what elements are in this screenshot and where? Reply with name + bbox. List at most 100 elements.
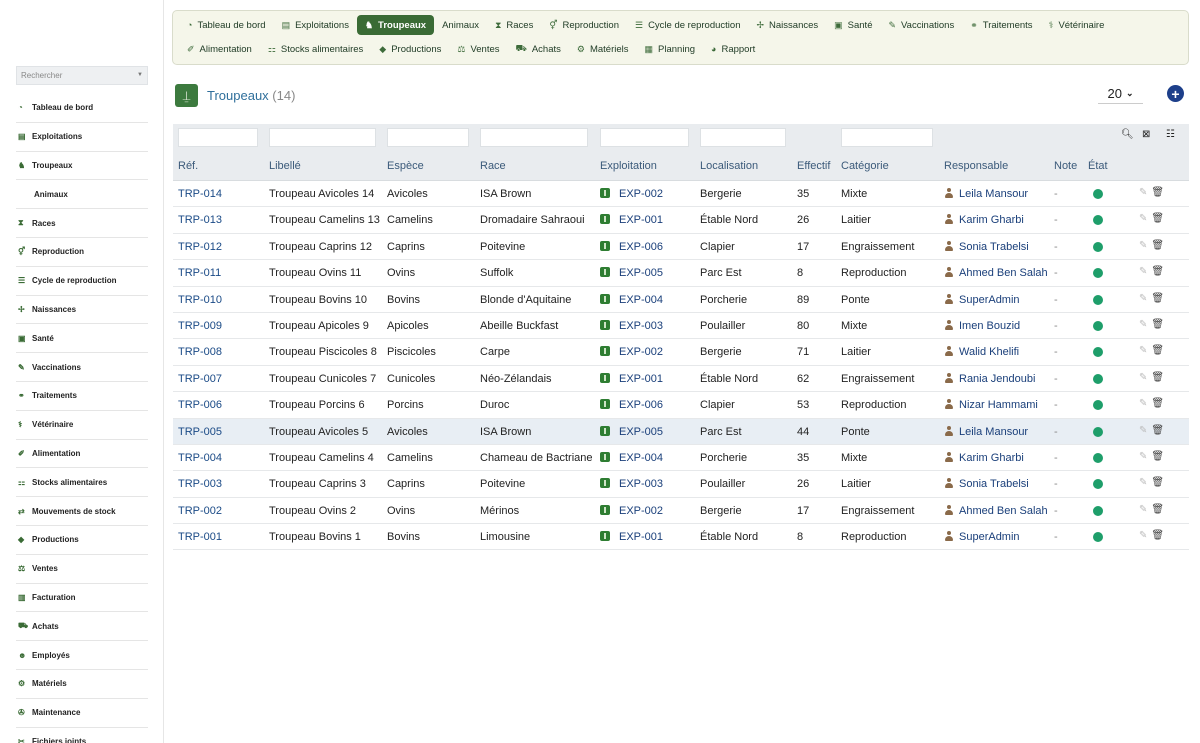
trash-icon[interactable]: 🗑︎ xyxy=(1151,372,1164,383)
filter-ref-input[interactable] xyxy=(178,128,258,147)
sidebar-item[interactable]: ⛟ Achats xyxy=(16,612,148,642)
top-nav-item[interactable]: ▤ Exploitations xyxy=(274,15,357,35)
table-row[interactable]: TRP-003 Troupeau Caprins 3 Caprins Poitevin… xyxy=(173,471,1189,498)
cell-responsable[interactable]: SuperAdmin xyxy=(944,531,1020,543)
column-header[interactable]: Race xyxy=(480,160,506,172)
top-nav-item[interactable]: ◔ Tableau de bord xyxy=(179,15,274,35)
cell-exploitation[interactable]: EXP-001 xyxy=(600,531,663,543)
sidebar-item[interactable]: ▣ Santé xyxy=(16,324,148,354)
sidebar-item[interactable]: ⚏ Stocks alimentaires xyxy=(16,468,148,498)
top-nav-item[interactable]: ⧗ Races xyxy=(487,15,541,35)
trash-icon[interactable]: 🗑︎ xyxy=(1151,293,1164,304)
cell-ref[interactable]: TRP-004 xyxy=(178,452,222,464)
sidebar-item[interactable]: ⇄ Mouvements de stock xyxy=(16,497,148,526)
edit-icon[interactable]: ✎ xyxy=(1139,213,1147,224)
table-row[interactable]: TRP-006 Troupeau Porcins 6 Porcins Duroc EXP… xyxy=(173,392,1189,419)
sidebar-item[interactable]: ☰ Cycle de reproduction xyxy=(16,267,148,296)
edit-icon[interactable]: ✎ xyxy=(1139,240,1147,251)
trash-icon[interactable]: 🗑︎ xyxy=(1151,187,1164,198)
table-row[interactable]: TRP-009 Troupeau Apicoles 9 Apicoles Abeill… xyxy=(173,312,1189,340)
trash-icon[interactable]: 🗑︎ xyxy=(1151,504,1164,515)
table-row[interactable]: TRP-001 Troupeau Bovins 1 Bovins Limousine E… xyxy=(173,524,1189,551)
cell-responsable[interactable]: Walid Khelifi xyxy=(944,346,1019,358)
trash-icon[interactable]: 🗑︎ xyxy=(1151,266,1164,277)
cell-exploitation[interactable]: EXP-005 xyxy=(600,267,663,279)
sidebar-item[interactable]: ⚖ Ventes xyxy=(16,555,148,584)
cell-exploitation[interactable]: EXP-006 xyxy=(600,399,663,411)
sidebar-item[interactable]: ✂ Fichiers joints xyxy=(16,728,148,743)
cell-exploitation[interactable]: EXP-001 xyxy=(600,214,663,226)
cell-ref[interactable]: TRP-013 xyxy=(178,214,222,226)
column-header[interactable]: Localisation xyxy=(700,160,758,172)
edit-icon[interactable]: ✎ xyxy=(1139,398,1147,409)
sidebar-item[interactable]: ▤ Exploitations xyxy=(16,123,148,152)
table-row[interactable]: TRP-005 Troupeau Avicoles 5 Avicoles ISA Br… xyxy=(173,418,1189,445)
cell-responsable[interactable]: Leila Mansour xyxy=(944,425,1028,438)
edit-icon[interactable]: ✎ xyxy=(1139,345,1147,356)
cell-responsable[interactable]: Ahmed Ben Salah xyxy=(944,504,1048,517)
edit-icon[interactable]: ✎ xyxy=(1139,477,1147,488)
filter-libelle-input[interactable] xyxy=(269,128,376,147)
cell-responsable[interactable]: Ahmed Ben Salah xyxy=(944,267,1048,279)
top-nav-item[interactable]: ⚖ Ventes xyxy=(449,39,507,59)
top-nav-item[interactable]: ✎ Vaccinations xyxy=(880,15,962,35)
sidebar-item[interactable]: Animaux xyxy=(16,180,148,210)
edit-icon[interactable]: ✎ xyxy=(1139,372,1147,383)
filter-categorie-input[interactable] xyxy=(841,128,933,147)
cell-responsable[interactable]: Rania Jendoubi xyxy=(944,372,1035,385)
add-herd-button[interactable]: + xyxy=(1167,85,1184,102)
trash-icon[interactable]: 🗑︎ xyxy=(1151,398,1164,409)
cell-responsable[interactable]: Sonia Trabelsi xyxy=(944,478,1029,490)
cell-responsable[interactable]: Leila Mansour xyxy=(944,188,1028,200)
sidebar-item[interactable]: ⚥ Reproduction xyxy=(16,238,148,267)
top-nav-item[interactable]: ⚭ Traitements xyxy=(962,15,1040,35)
sidebar-item[interactable]: ✇ Maintenance xyxy=(16,699,148,728)
top-nav-item[interactable]: ▣ Santé xyxy=(826,15,880,35)
column-header[interactable]: Catégorie xyxy=(841,160,889,172)
cell-ref[interactable]: TRP-011 xyxy=(178,267,221,279)
cell-ref[interactable]: TRP-001 xyxy=(178,531,222,543)
edit-icon[interactable]: ✎ xyxy=(1139,266,1147,277)
cell-responsable[interactable]: Karim Gharbi xyxy=(944,451,1024,464)
sidebar-item[interactable]: ✎ Vaccinations xyxy=(16,353,148,382)
table-row[interactable]: TRP-002 Troupeau Ovins 2 Ovins Mérinos EXP-0… xyxy=(173,497,1189,525)
search-icon[interactable]: 🔍︎ xyxy=(1121,129,1134,140)
top-nav-item[interactable]: ⛟ Achats xyxy=(508,39,569,59)
sidebar-item[interactable]: ☻ Employés xyxy=(16,641,148,670)
top-nav-item[interactable]: ☰ Cycle de reproduction xyxy=(627,15,749,35)
column-header[interactable]: Espèce xyxy=(387,160,424,172)
filter-espece-input[interactable] xyxy=(387,128,469,147)
table-row[interactable]: TRP-012 Troupeau Caprins 12 Caprins Poitevi… xyxy=(173,233,1189,261)
sidebar-item[interactable]: ▥ Facturation xyxy=(16,584,148,613)
edit-icon[interactable]: ✎ xyxy=(1139,530,1147,541)
cell-ref[interactable]: TRP-003 xyxy=(178,478,222,490)
trash-icon[interactable]: 🗑︎ xyxy=(1151,240,1164,251)
table-row[interactable]: TRP-004 Troupeau Camelins 4 Camelins Chamea… xyxy=(173,444,1189,472)
sidebar-item[interactable]: ✐ Alimentation xyxy=(16,440,148,469)
cell-ref[interactable]: TRP-002 xyxy=(178,505,222,517)
top-nav-item[interactable]: ⚥ Reproduction xyxy=(541,15,627,35)
table-row[interactable]: TRP-011 Troupeau Ovins 11 Ovins Suffolk EXP-… xyxy=(173,260,1189,287)
edit-icon[interactable]: ✎ xyxy=(1139,293,1147,304)
cell-exploitation[interactable]: EXP-006 xyxy=(600,240,663,253)
per-page-select[interactable]: 20 ⌄ xyxy=(1098,84,1143,104)
table-row[interactable]: TRP-013 Troupeau Camelins 13 Camelins Droma… xyxy=(173,207,1189,234)
top-nav-item[interactable]: ✢ Naissances xyxy=(748,15,826,35)
top-nav-item[interactable]: ⚕ Vétérinaire xyxy=(1041,15,1113,35)
trash-icon[interactable]: 🗑︎ xyxy=(1151,451,1164,462)
cell-ref[interactable]: TRP-014 xyxy=(178,188,222,200)
table-row[interactable]: TRP-008 Troupeau Piscicoles 8 Piscicoles Ca… xyxy=(173,339,1189,366)
cell-ref[interactable]: TRP-012 xyxy=(178,241,222,253)
cell-responsable[interactable]: Nizar Hammami xyxy=(944,399,1038,411)
cell-ref[interactable]: TRP-005 xyxy=(178,426,222,438)
cell-responsable[interactable]: Imen Bouzid xyxy=(944,319,1020,332)
sidebar-item[interactable]: ⧗ Races xyxy=(16,209,148,238)
cell-exploitation[interactable]: EXP-002 xyxy=(600,188,663,200)
trash-icon[interactable]: 🗑︎ xyxy=(1151,477,1164,488)
cell-exploitation[interactable]: EXP-004 xyxy=(600,293,663,306)
cell-ref[interactable]: TRP-009 xyxy=(178,320,222,332)
top-nav-item[interactable]: ⚙ Matériels xyxy=(569,39,637,59)
cell-ref[interactable]: TRP-010 xyxy=(178,294,222,306)
column-header[interactable]: Exploitation xyxy=(600,160,657,172)
edit-icon[interactable]: ✎ xyxy=(1139,425,1147,436)
